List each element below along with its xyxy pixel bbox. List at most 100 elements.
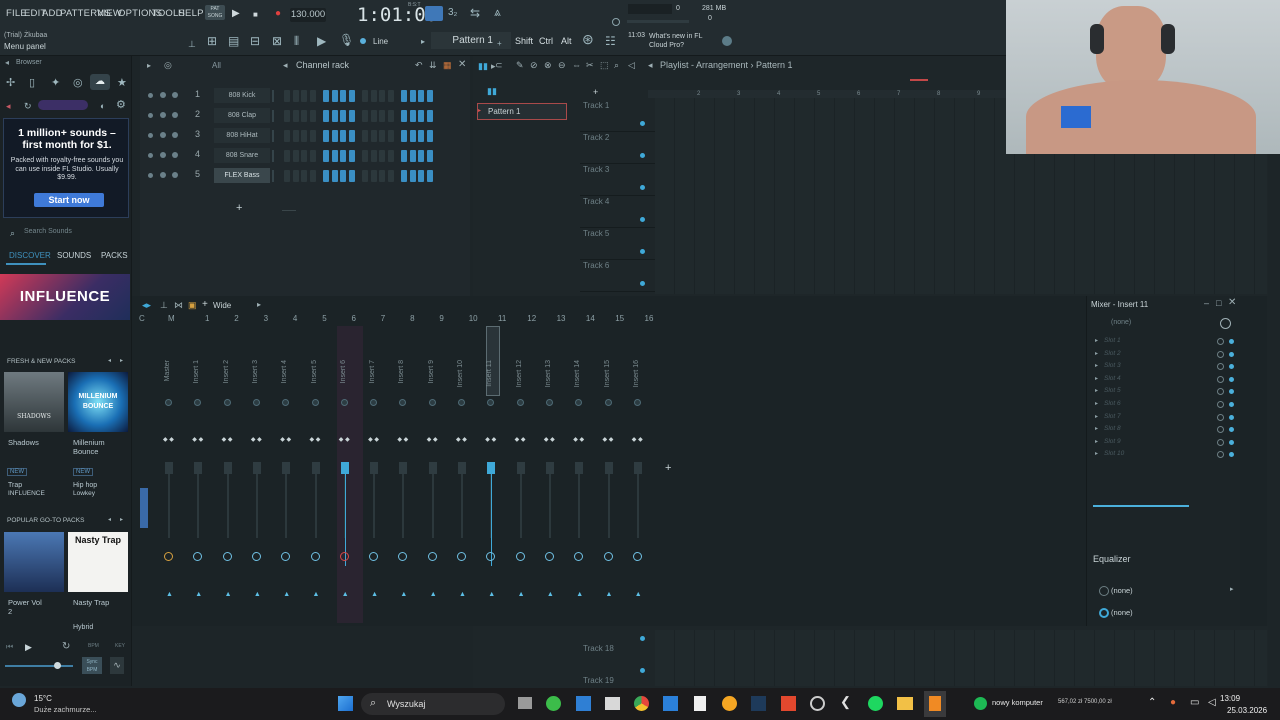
pack-name-shadows[interactable]: Shadows — [8, 438, 39, 447]
taskbar-search[interactable]: ⌕ Wyszukaj — [361, 693, 505, 715]
draw-tool-icon[interactable]: ✎ — [516, 60, 524, 71]
slot-enable-led[interactable] — [1229, 452, 1234, 458]
step-button[interactable] — [379, 130, 385, 142]
sync-bpm-button[interactable]: Sync BPM — [82, 657, 102, 674]
insert-send-arrow[interactable]: ▲ — [576, 591, 583, 598]
effect-slot-label[interactable]: Slot 7 — [1104, 413, 1121, 420]
countdown-icon[interactable]: ⇆ — [470, 7, 480, 19]
insert-name[interactable]: Insert 6 — [340, 360, 347, 383]
insert-send-arrow[interactable]: ▲ — [254, 591, 261, 598]
step-button[interactable] — [370, 90, 377, 102]
insert-stereo-arrows[interactable]: ◆ ◆ — [339, 437, 350, 443]
track-mute-icon[interactable] — [640, 121, 645, 126]
popular-next-icon[interactable]: ▸ — [120, 516, 123, 523]
insert-fader-thumb[interactable] — [370, 462, 379, 474]
step-button[interactable] — [379, 90, 385, 102]
pat-song-toggle[interactable]: PAT SONG — [205, 5, 225, 20]
flstudio-icon[interactable] — [929, 696, 941, 711]
insert-stereo-arrows[interactable]: ◆ ◆ — [515, 437, 526, 443]
step-button[interactable] — [331, 130, 338, 142]
tab-discover[interactable]: DISCOVER — [9, 251, 51, 260]
insert-name[interactable]: Insert 16 — [633, 360, 640, 387]
insert-fader-thumb[interactable] — [194, 462, 203, 474]
track-mute-icon[interactable] — [640, 185, 645, 190]
insert-stereo-arrows[interactable]: ◆ ◆ — [544, 437, 555, 443]
channel-number[interactable]: 2 — [195, 109, 200, 119]
metronome-icon[interactable] — [425, 6, 443, 21]
insert-name[interactable]: Insert 11 — [486, 360, 493, 387]
channel-led-icon[interactable] — [148, 133, 153, 138]
weather-temp[interactable]: 15°C — [34, 694, 52, 703]
channel-vol-knob[interactable] — [172, 152, 178, 158]
clock-date[interactable]: 25.03.2026 — [1227, 706, 1267, 715]
insert-name[interactable]: Insert 2 — [223, 360, 230, 383]
input-knob-icon[interactable] — [1220, 318, 1231, 329]
weather-icon[interactable] — [12, 693, 26, 707]
slot-expand-icon[interactable]: ▸ — [1095, 400, 1098, 407]
step-button[interactable] — [387, 170, 394, 182]
step-button[interactable] — [301, 130, 307, 142]
insert-pan-knob[interactable] — [604, 399, 612, 406]
slot-expand-icon[interactable]: ▸ — [1095, 413, 1098, 420]
loop-icon[interactable]: ↻ — [62, 641, 70, 652]
track-mute-icon[interactable] — [640, 153, 645, 158]
news-icon[interactable]: ☷ — [605, 35, 616, 47]
slot-enable-led[interactable] — [1229, 376, 1234, 382]
channel-pan-knob[interactable] — [160, 92, 166, 98]
alt-key[interactable]: Alt — [561, 36, 572, 46]
effect-slot-label[interactable]: Slot 10 — [1104, 450, 1124, 457]
fl-logo-icon[interactable] — [722, 36, 732, 46]
step-button[interactable] — [401, 130, 407, 142]
step-button[interactable] — [409, 90, 416, 102]
channel-name[interactable]: 808 Clap — [214, 108, 270, 123]
step-button[interactable] — [323, 90, 329, 102]
slot-enable-led[interactable] — [1229, 339, 1234, 344]
channel-pan-knob[interactable] — [160, 152, 166, 158]
channel-led-icon[interactable] — [148, 173, 153, 178]
tray-mic-icon[interactable]: ● — [1170, 697, 1176, 708]
slot-mix-knob[interactable] — [1217, 338, 1224, 345]
insert-stereo-arrows[interactable]: ◆ ◆ — [485, 437, 496, 443]
news-text[interactable]: What's new in FL Cloud Pro? — [649, 32, 711, 50]
step-button[interactable] — [379, 110, 385, 122]
track-mute-icon[interactable] — [640, 636, 645, 641]
insert-stereo-arrows[interactable]: ◆ ◆ — [222, 437, 233, 443]
shift-key[interactable]: Shift — [515, 36, 533, 46]
track-mute-icon[interactable] — [640, 217, 645, 222]
insert-send-arrow[interactable]: ▲ — [371, 591, 378, 598]
task-view-icon[interactable] — [518, 697, 532, 709]
magnet-icon[interactable]: ⊂ — [495, 60, 503, 71]
stop-icon[interactable]: ■ — [253, 9, 258, 21]
insert-fader-thumb[interactable] — [223, 462, 232, 474]
channel-rack-icon[interactable]: ⊟ — [250, 35, 260, 47]
step-button[interactable] — [292, 110, 299, 122]
step-button[interactable] — [418, 90, 424, 102]
step-button[interactable] — [331, 170, 338, 182]
store-icon[interactable] — [663, 696, 678, 711]
channel-filter[interactable]: All — [212, 61, 221, 70]
effect-slot-label[interactable]: Slot 2 — [1104, 350, 1121, 357]
insert-stereo-arrows[interactable]: ◆ ◆ — [603, 437, 614, 443]
clock-time[interactable]: 13:09 — [1220, 694, 1240, 703]
track-mute-icon[interactable] — [640, 249, 645, 254]
insert-send-arrow[interactable]: ▲ — [166, 591, 173, 598]
effect-slot-label[interactable]: Slot 1 — [1104, 337, 1121, 344]
insert-send-arrow[interactable]: ▲ — [488, 591, 495, 598]
step-button[interactable] — [340, 110, 346, 122]
output-arrow-icon[interactable]: ▸ — [1230, 585, 1234, 593]
insert-name[interactable]: Insert 13 — [545, 360, 552, 387]
browser-db-icon[interactable]: ◎ — [73, 77, 83, 89]
step-button[interactable] — [292, 90, 299, 102]
slot-expand-icon[interactable]: ▸ — [1095, 350, 1098, 357]
mixer-tool-icon[interactable]: ⊥ — [160, 300, 168, 311]
step-button[interactable] — [362, 150, 368, 162]
step-button[interactable] — [309, 90, 316, 102]
pattern-list-item[interactable]: Pattern 1 — [477, 103, 567, 120]
effect-slot-label[interactable]: Slot 8 — [1104, 425, 1121, 432]
settings-gear-icon[interactable]: ⚙ — [116, 99, 126, 111]
step-button[interactable] — [370, 130, 377, 142]
insert-fader-thumb[interactable] — [252, 462, 261, 474]
channel-pan-knob[interactable] — [160, 112, 166, 118]
step-button[interactable] — [301, 170, 307, 182]
loop-record-icon[interactable]: ⩓ — [494, 6, 501, 18]
